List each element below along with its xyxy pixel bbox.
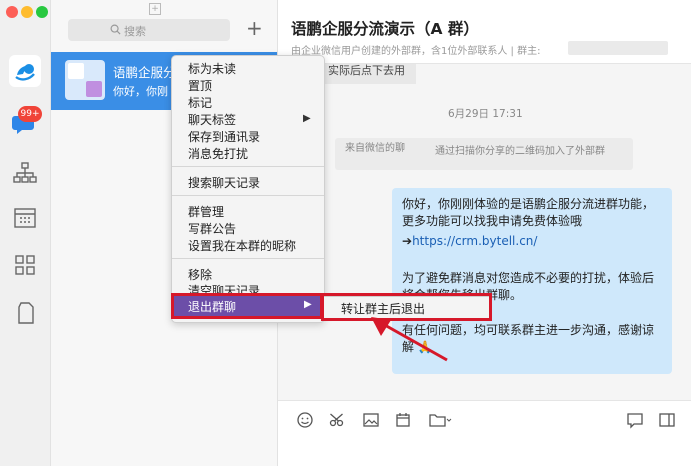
menu-item-pin[interactable]: 置顶 [188, 77, 212, 94]
calendar-nav[interactable] [12, 205, 38, 231]
system-message-source: 来自微信的聊 [345, 143, 405, 154]
group-avatar [65, 60, 105, 100]
search-icon [110, 24, 121, 35]
org-chart-icon [13, 162, 37, 183]
minimize-window-button[interactable] [21, 6, 33, 18]
docs-nav[interactable] [12, 300, 38, 326]
input-toolbar [278, 400, 691, 467]
avatar[interactable] [9, 55, 41, 87]
chat-title: 语鹏企服分流演示（A 群） [291, 20, 479, 38]
message-bubble-partial: 实际后点下去用 [322, 64, 416, 84]
timestamp: 6月29日 17:31 [448, 108, 523, 120]
member-avatar-icon [86, 81, 102, 97]
folder-icon[interactable] [428, 411, 452, 429]
chat-panel: 语鹏企服分流演示（A 群） 由企业微信用户创建的外部群，含1位外部联系人 | 群… [278, 0, 691, 467]
calendar-icon [14, 208, 36, 228]
system-message: 来自微信的聊 通过扫描你分享的二维码加入了外部群 [335, 138, 633, 170]
member-avatar-icon [68, 63, 84, 79]
search-placeholder: 搜索 [124, 25, 146, 38]
arrow-icon: ➔ [402, 234, 413, 248]
message-link[interactable]: https://crm.bytell.cn/ [412, 234, 537, 248]
image-icon[interactable] [362, 411, 380, 429]
left-rail: 99+ [0, 0, 51, 466]
menu-item-set-nickname[interactable]: 设置我在本群的昵称 [188, 237, 296, 254]
comment-icon[interactable] [626, 411, 644, 429]
message-link-line: ➔https://crm.bytell.cn/ [402, 233, 664, 250]
conversation-name: 语鹏企服分 [113, 65, 176, 80]
menu-divider [172, 195, 324, 196]
menu-item-mark[interactable]: 标记 [188, 94, 212, 111]
menu-item-write-notice[interactable]: 写群公告 [188, 220, 236, 237]
menu-item-group-manage[interactable]: 群管理 [188, 203, 224, 220]
add-button[interactable]: + [246, 16, 263, 40]
close-window-button[interactable] [6, 6, 18, 18]
menu-item-search-history[interactable]: 搜索聊天记录 [188, 174, 260, 191]
org-nav[interactable] [12, 160, 38, 186]
apps-nav[interactable] [12, 252, 38, 278]
menu-divider [172, 166, 324, 167]
grid-icon [15, 255, 35, 275]
annotation-box [171, 293, 323, 319]
message-paragraph: 你好，你刚刚体验的是语鹏企服分流进群功能，更多功能可以找我申请免费体验哦 [402, 197, 655, 228]
menu-divider [172, 258, 324, 259]
menu-item-mute[interactable]: 消息免打扰 [188, 145, 248, 162]
unread-badge: 99+ [18, 106, 42, 122]
menu-item-chat-tags[interactable]: 聊天标签 [188, 111, 236, 128]
system-message-text: 通过扫描你分享的二维码加入了外部群 [435, 146, 605, 157]
menu-item-remove[interactable]: 移除 [188, 266, 212, 283]
bird-logo-icon [15, 64, 35, 81]
menu-item-save-contacts[interactable]: 保存到通讯录 [188, 128, 260, 145]
chat-subtitle: 由企业微信用户创建的外部群，含1位外部联系人 | 群主: [291, 46, 541, 57]
chat-header: 语鹏企服分流演示（A 群） 由企业微信用户创建的外部群，含1位外部联系人 | 群… [278, 0, 691, 64]
submenu-arrow-icon: ▶ [303, 113, 311, 124]
sidebar-toggle-icon[interactable] [658, 411, 676, 429]
search-input[interactable]: 搜索 [68, 19, 230, 41]
conversation-preview: 你好，你刚 [113, 85, 168, 98]
document-icon [18, 302, 34, 324]
add-window-icon[interactable]: + [149, 3, 161, 15]
emoji-icon[interactable] [296, 411, 314, 429]
scissors-icon[interactable] [328, 411, 346, 429]
owner-name-redacted [568, 41, 668, 55]
annotation-arrow-icon [371, 317, 448, 362]
menu-item-mark-unread[interactable]: 标为未读 [188, 60, 236, 77]
schedule-icon[interactable] [394, 411, 412, 429]
maximize-window-button[interactable] [36, 6, 48, 18]
context-menu: 标为未读 置顶 标记 聊天标签 ▶ 保存到通讯录 消息免打扰 搜索聊天记录 群管… [171, 55, 325, 323]
